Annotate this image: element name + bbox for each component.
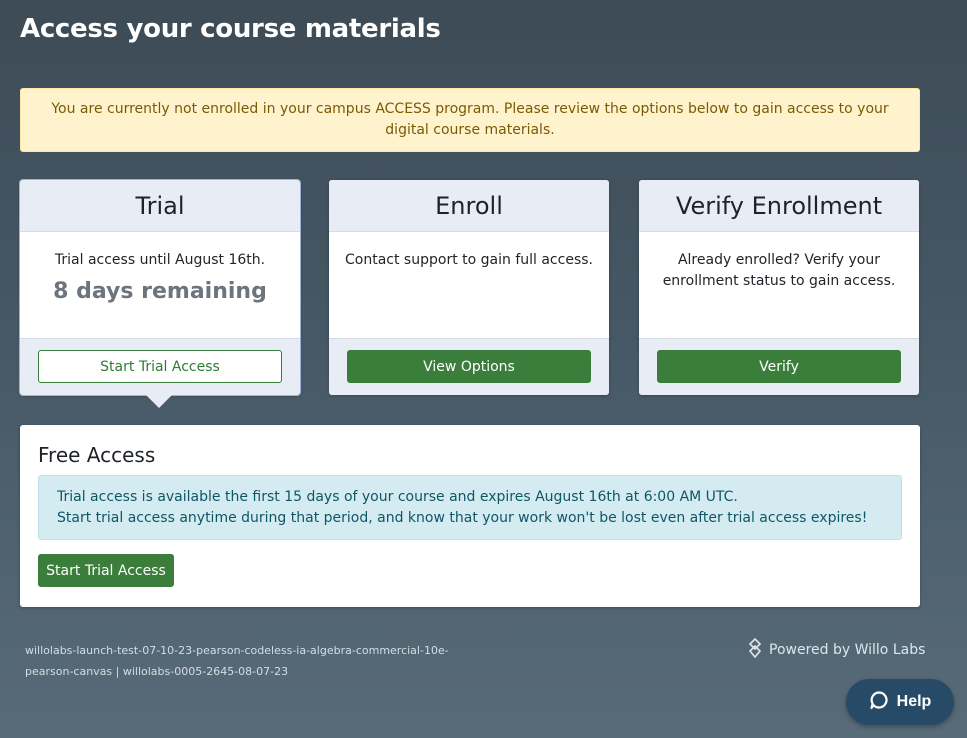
powered-by[interactable]: Powered by Willo Labs — [747, 637, 926, 662]
launch-identifier: willolabs-launch-test-07-10-23-pearson-c… — [25, 644, 449, 678]
enroll-card-body: Contact support to gain full access. — [329, 232, 609, 338]
view-options-button[interactable]: View Options — [347, 350, 591, 383]
page-title: Access your course materials — [20, 14, 441, 44]
free-access-start-trial-button[interactable]: Start Trial Access — [38, 554, 174, 587]
help-label: Help — [896, 693, 932, 710]
help-button[interactable]: Help — [846, 679, 954, 725]
enroll-card: Enroll Contact support to gain full acce… — [329, 180, 609, 395]
enroll-card-description: Contact support to gain full access. — [345, 252, 593, 268]
enrollment-alert: You are currently not enrolled in your c… — [20, 88, 920, 152]
trial-info-line-1: Trial access is available the first 15 d… — [57, 489, 738, 505]
selected-card-pointer — [145, 394, 173, 408]
days-remaining: 8 days remaining — [53, 279, 267, 304]
free-access-title: Free Access — [38, 443, 156, 467]
verify-card-description: Already enrolled? Verify your enrollment… — [662, 252, 896, 289]
free-access-panel: Free Access Trial access is available th… — [20, 425, 920, 607]
willo-labs-logo-icon — [747, 637, 763, 662]
enroll-card-title: Enroll — [329, 180, 609, 232]
verify-card-body: Already enrolled? Verify your enrollment… — [639, 232, 919, 338]
trial-card-description: Trial access until August 16th. — [54, 252, 266, 268]
verify-card-title: Verify Enrollment — [639, 180, 919, 232]
trial-info-line-2: Start trial access anytime during that p… — [57, 510, 868, 526]
verify-card: Verify Enrollment Already enrolled? Veri… — [639, 180, 919, 395]
trial-card-title: Trial — [20, 180, 300, 232]
trial-card: Trial Trial access until August 16th. 8 … — [19, 179, 301, 396]
verify-card-footer: Verify — [639, 338, 919, 395]
chat-bubble-icon — [869, 690, 889, 715]
trial-card-footer: Start Trial Access — [20, 338, 300, 395]
trial-info-box: Trial access is available the first 15 d… — [38, 475, 902, 540]
powered-by-text: Powered by Willo Labs — [769, 642, 926, 658]
verify-button[interactable]: Verify — [657, 350, 901, 383]
enroll-card-footer: View Options — [329, 338, 609, 395]
start-trial-access-button[interactable]: Start Trial Access — [38, 350, 282, 383]
trial-card-body: Trial access until August 16th. 8 days r… — [20, 232, 300, 338]
